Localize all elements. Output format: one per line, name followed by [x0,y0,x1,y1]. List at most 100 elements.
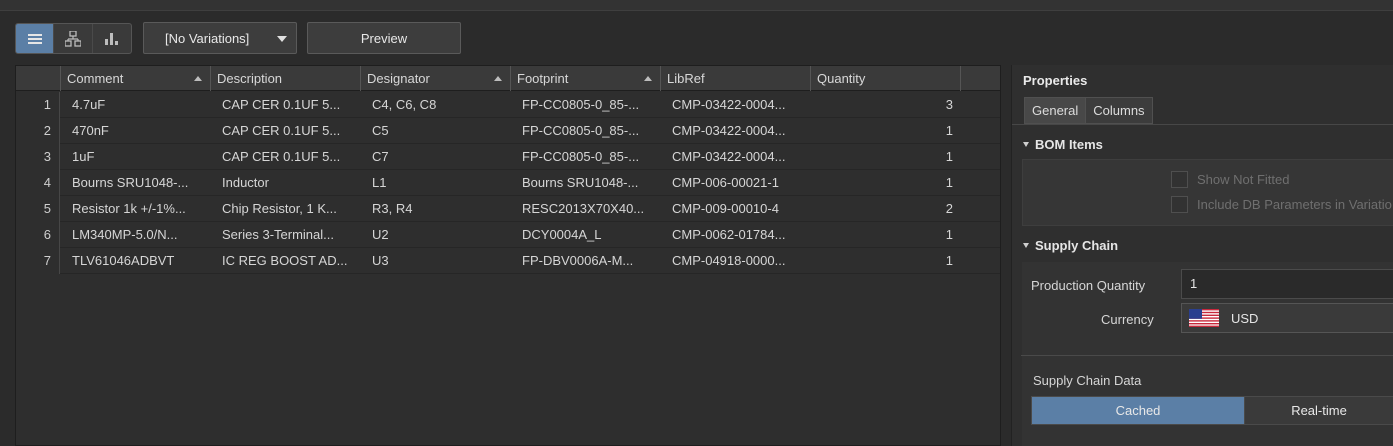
cell-designator[interactable]: C7 [361,144,511,170]
column-header-designator[interactable]: Designator [361,66,511,91]
tab-divider [1012,124,1393,125]
column-header-footprint[interactable]: Footprint [511,66,661,91]
cell-description[interactable]: Inductor [211,170,361,196]
sort-ascending-icon [194,76,202,81]
cell-description[interactable]: CAP CER 0.1UF 5... [211,118,361,144]
table-row[interactable]: 7 TLV61046ADBVT IC REG BOOST AD... U3 FP… [16,248,1000,274]
cell-comment[interactable]: 4.7uF [61,92,211,118]
column-header-label: Description [217,71,283,86]
cell-designator[interactable]: U2 [361,222,511,248]
section-supply-chain[interactable]: Supply Chain [1023,238,1118,253]
production-quantity-label: Production Quantity [1031,278,1146,293]
cell-description[interactable]: Chip Resistor, 1 K... [211,196,361,222]
row-number: 5 [16,196,60,222]
cell-description[interactable]: CAP CER 0.1UF 5... [211,92,361,118]
bom-grid[interactable]: Comment Description Designator Footprint… [15,65,1001,446]
cell-quantity[interactable]: 3 [811,92,961,118]
cell-quantity[interactable]: 1 [811,144,961,170]
view-mode-group [15,23,132,54]
row-divider [60,273,1000,274]
bom-items-box: Show Not Fitted Include DB Parameters in… [1022,159,1393,226]
sort-ascending-icon [494,76,502,81]
cell-footprint[interactable]: FP-DBV0006A-M... [511,248,661,274]
table-row[interactable]: 6 LM340MP-5.0/N... Series 3-Terminal... … [16,222,1000,248]
cell-libref[interactable]: CMP-009-00010-4 [661,196,811,222]
cell-libref[interactable]: CMP-03422-0004... [661,144,811,170]
properties-panel: Properties General Columns BOM Items Sho… [1011,65,1393,446]
currency-value: USD [1231,310,1259,326]
cell-comment[interactable]: 470nF [61,118,211,144]
cell-designator[interactable]: U3 [361,248,511,274]
cell-footprint[interactable]: RESC2013X70X40... [511,196,661,222]
flat-view-button[interactable] [16,24,55,53]
preview-button[interactable]: Preview [307,22,461,54]
column-header-label: Designator [367,71,430,86]
cell-quantity[interactable]: 2 [811,196,961,222]
row-number: 4 [16,170,60,196]
chart-view-button[interactable] [93,24,131,53]
column-header-label: Quantity [817,71,866,86]
hierarchy-icon [65,30,82,47]
collapse-triangle-icon [1023,142,1029,147]
show-not-fitted-checkbox[interactable] [1171,170,1188,188]
cell-footprint[interactable]: DCY0004A_L [511,222,661,248]
cell-designator[interactable]: C5 [361,118,511,144]
column-header-description[interactable]: Description [211,66,361,91]
row-number: 2 [16,118,60,144]
cell-designator[interactable]: L1 [361,170,511,196]
row-number: 1 [16,92,60,118]
cell-footprint[interactable]: Bourns SRU1048-... [511,170,661,196]
cell-comment[interactable]: TLV61046ADBVT [61,248,211,274]
cell-libref[interactable]: CMP-006-00021-1 [661,170,811,196]
table-row[interactable]: 4 Bourns SRU1048-... Inductor L1 Bourns … [16,170,1000,196]
column-header-libref[interactable]: LibRef [661,66,811,91]
variations-value: [No Variations] [165,30,250,46]
panel-title: Properties [1023,73,1088,88]
currency-select[interactable]: USD [1181,303,1393,333]
table-row[interactable]: 1 4.7uF CAP CER 0.1UF 5... C4, C6, C8 FP… [16,92,1000,118]
cell-quantity[interactable]: 1 [811,118,961,144]
bar-chart-icon [104,33,118,45]
cell-libref[interactable]: CMP-04918-0000... [661,248,811,274]
cell-footprint[interactable]: FP-CC0805-0_85-... [511,118,661,144]
table-row[interactable]: 5 Resistor 1k +/-1%... Chip Resistor, 1 … [16,196,1000,222]
cell-description[interactable]: CAP CER 0.1UF 5... [211,144,361,170]
cell-quantity[interactable]: 1 [811,248,961,274]
tab-general[interactable]: General [1024,97,1087,124]
include-db-option[interactable]: Include DB Parameters in Variatio [1171,195,1392,213]
production-quantity-input[interactable]: 1 [1181,269,1393,299]
cell-libref[interactable]: CMP-03422-0004... [661,118,811,144]
table-row[interactable]: 2 470nF CAP CER 0.1UF 5... C5 FP-CC0805-… [16,118,1000,144]
cell-description[interactable]: Series 3-Terminal... [211,222,361,248]
column-header-comment[interactable]: Comment [61,66,211,91]
row-number-header [16,66,61,91]
show-not-fitted-option[interactable]: Show Not Fitted [1171,170,1290,188]
include-db-checkbox[interactable] [1171,195,1188,213]
cell-comment[interactable]: Bourns SRU1048-... [61,170,211,196]
cell-footprint[interactable]: FP-CC0805-0_85-... [511,92,661,118]
column-header-label: LibRef [667,71,705,86]
section-bom-items[interactable]: BOM Items [1023,137,1103,152]
cell-comment[interactable]: 1uF [61,144,211,170]
cell-footprint[interactable]: FP-CC0805-0_85-... [511,144,661,170]
tab-columns[interactable]: Columns [1085,97,1153,124]
cell-description[interactable]: IC REG BOOST AD... [211,248,361,274]
cell-libref[interactable]: CMP-03422-0004... [661,92,811,118]
cell-quantity[interactable]: 1 [811,170,961,196]
section-divider [1021,355,1393,356]
base-view-button[interactable] [54,24,93,53]
cell-comment[interactable]: Resistor 1k +/-1%... [61,196,211,222]
cached-button[interactable]: Cached [1032,397,1244,424]
table-row[interactable]: 3 1uF CAP CER 0.1UF 5... C7 FP-CC0805-0_… [16,144,1000,170]
variations-dropdown[interactable]: [No Variations] [143,22,297,54]
cell-comment[interactable]: LM340MP-5.0/N... [61,222,211,248]
cell-designator[interactable]: R3, R4 [361,196,511,222]
realtime-button[interactable]: Real-time [1244,397,1393,424]
supply-chain-data-toggle: Cached Real-time [1031,396,1393,425]
column-header-quantity[interactable]: Quantity [811,66,961,91]
column-header-label: Footprint [517,71,569,86]
cell-libref[interactable]: CMP-0062-01784... [661,222,811,248]
cell-quantity[interactable]: 1 [811,222,961,248]
supply-chain-data-label: Supply Chain Data [1033,373,1142,388]
cell-designator[interactable]: C4, C6, C8 [361,92,511,118]
